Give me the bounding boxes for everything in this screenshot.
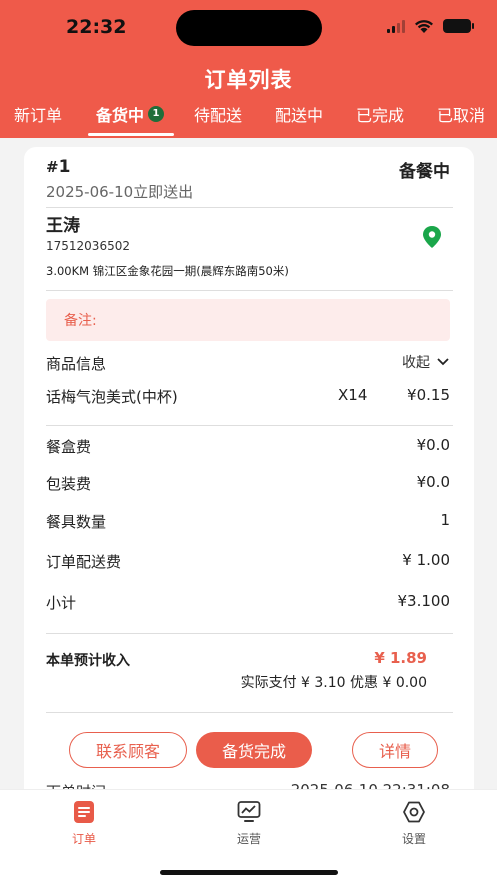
collapse-toggle[interactable]: 收起 bbox=[402, 352, 450, 372]
active-tab-indicator bbox=[88, 133, 174, 136]
order-note-box: 备注: bbox=[46, 299, 450, 341]
divider bbox=[46, 207, 453, 208]
order-card: #1 备餐中 2025-06-10立即送出 王涛 17512036502 3.0… bbox=[24, 147, 474, 847]
status-bar: 22:32 bbox=[0, 0, 497, 56]
fee-value: 1 bbox=[440, 511, 450, 529]
tab-awaiting-delivery[interactable]: 待配送 bbox=[194, 102, 242, 126]
bottom-navigation: 订单 运营 设置 bbox=[0, 789, 497, 883]
gear-hexagon-icon bbox=[403, 801, 425, 823]
status-time: 22:32 bbox=[66, 16, 127, 38]
subtotal-label: 小计 bbox=[46, 594, 77, 612]
page-title: 订单列表 bbox=[204, 68, 293, 92]
fee-label: 餐具数量 bbox=[46, 513, 107, 531]
wifi-icon bbox=[415, 20, 433, 33]
payment-detail: 实际支付 ¥ 3.10 优惠 ¥ 0.00 bbox=[240, 675, 427, 691]
home-indicator bbox=[160, 870, 338, 875]
customer-name: 王涛 bbox=[46, 216, 80, 236]
signal-icon bbox=[387, 19, 405, 33]
nav-item-operations[interactable]: 运营 bbox=[209, 800, 289, 847]
fee-value: ¥ 1.00 bbox=[402, 551, 450, 569]
subtotal-value: ¥3.100 bbox=[397, 592, 451, 610]
estimated-income-label: 本单预计收入 bbox=[46, 653, 130, 669]
divider bbox=[46, 425, 453, 426]
status-icons bbox=[387, 18, 474, 34]
tab-preparing[interactable]: 备货中 1 bbox=[96, 102, 165, 126]
dynamic-island bbox=[176, 10, 322, 46]
preparation-complete-button[interactable]: 备货完成 bbox=[196, 732, 312, 768]
fee-label: 订单配送费 bbox=[46, 553, 122, 571]
divider bbox=[46, 290, 453, 291]
item-name: 话梅气泡美式(中杯) bbox=[46, 388, 178, 406]
tab-completed[interactable]: 已完成 bbox=[356, 102, 404, 126]
item-price: ¥0.15 bbox=[407, 386, 450, 404]
tab-cancelled[interactable]: 已取消 bbox=[437, 102, 485, 126]
tab-delivering[interactable]: 配送中 bbox=[275, 102, 323, 126]
contact-customer-button[interactable]: 联系顾客 bbox=[69, 732, 187, 768]
chevron-down-icon bbox=[437, 358, 449, 366]
fee-value: ¥0.0 bbox=[416, 436, 450, 454]
item-quantity: X14 bbox=[338, 386, 368, 404]
nav-item-settings[interactable]: 设置 bbox=[374, 800, 454, 847]
order-datetime: 2025-06-10立即送出 bbox=[46, 183, 194, 201]
order-number: #1 bbox=[46, 157, 71, 177]
estimated-income-value: ¥ 1.89 bbox=[374, 649, 427, 667]
divider bbox=[46, 712, 453, 713]
app-header: 22:32 订单列表 新订单 备货中 1 待配送 配送中 已完成 已取消 bbox=[0, 0, 497, 138]
divider bbox=[46, 633, 453, 634]
tab-count-badge: 1 bbox=[148, 106, 165, 122]
fee-label: 餐盒费 bbox=[46, 438, 92, 456]
nav-item-orders[interactable]: 订单 bbox=[44, 800, 124, 847]
goods-info-title: 商品信息 bbox=[46, 355, 107, 373]
tab-new-orders[interactable]: 新订单 bbox=[14, 102, 62, 126]
fee-value: ¥0.0 bbox=[416, 473, 450, 491]
order-status-tabs: 新订单 备货中 1 待配送 配送中 已完成 已取消 bbox=[0, 102, 497, 136]
order-status: 备餐中 bbox=[399, 162, 450, 182]
battery-icon bbox=[443, 19, 474, 33]
order-note-label: 备注: bbox=[64, 313, 97, 329]
fee-label: 包装费 bbox=[46, 475, 92, 493]
customer-phone[interactable]: 17512036502 bbox=[46, 239, 130, 253]
location-pin-icon[interactable] bbox=[421, 225, 443, 249]
chart-monitor-icon bbox=[237, 801, 261, 822]
delivery-address: 3.00KM 锦江区金象花园一期(晨辉东路南50米) bbox=[46, 264, 289, 278]
order-details-button[interactable]: 详情 bbox=[352, 732, 438, 768]
order-list-icon bbox=[74, 801, 94, 823]
